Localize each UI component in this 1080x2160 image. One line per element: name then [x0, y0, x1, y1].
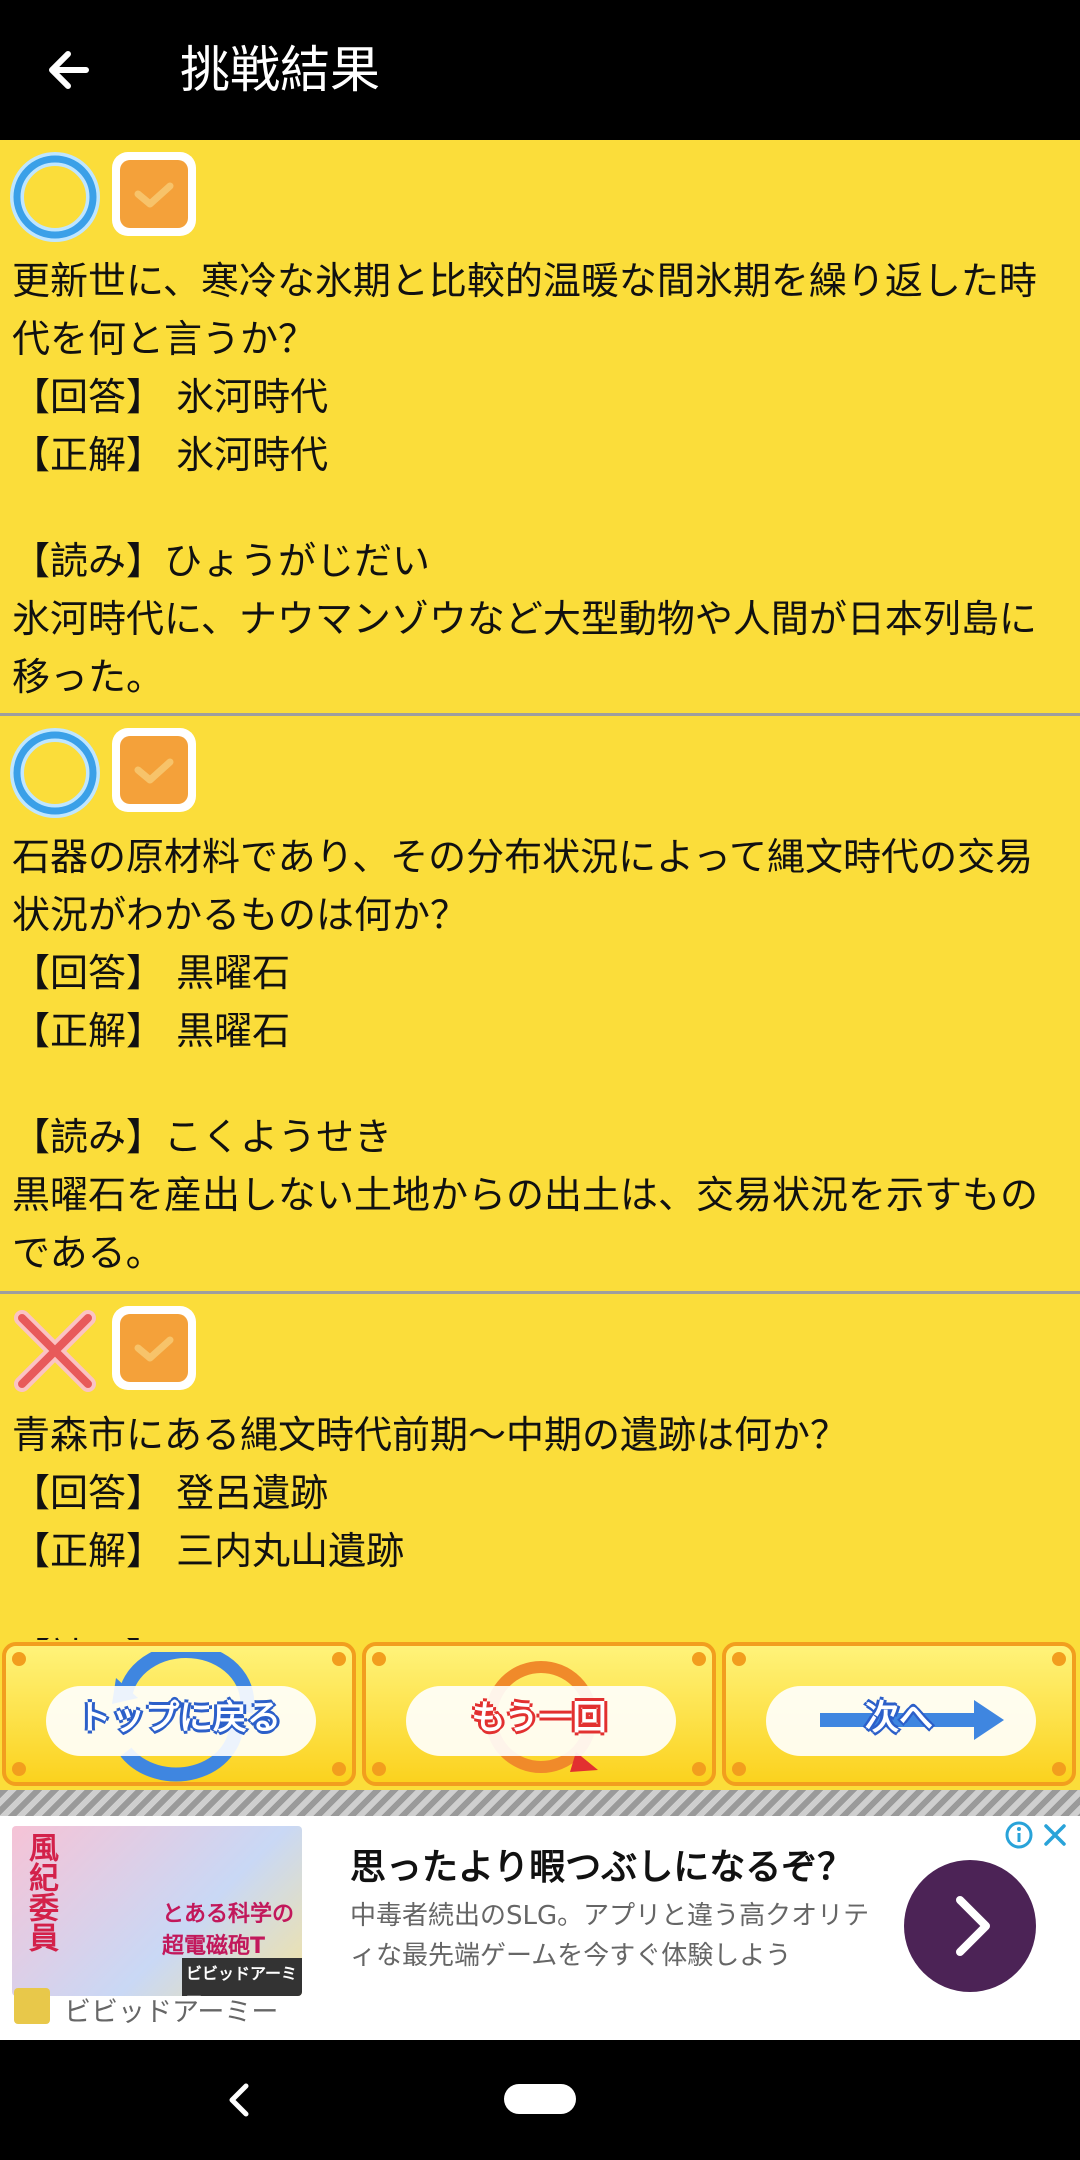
- back-to-top-label: トップに戻る: [77, 1698, 281, 1738]
- explanation: 氷河時代に、ナウマンゾウなど大型動物や人間が日本列島に移った。: [12, 597, 1037, 699]
- system-back-icon[interactable]: [224, 2080, 254, 2120]
- retry-button[interactable]: もう一回: [362, 1642, 716, 1786]
- reading: 【読み】ひょうがじだい: [12, 539, 431, 583]
- checkbox-fill: [120, 1314, 188, 1382]
- cross-wrong-icon: [14, 1310, 96, 1392]
- page-title: 挑戦結果: [180, 41, 380, 99]
- retry-label: もう一回: [471, 1698, 607, 1738]
- rivet: [332, 1762, 346, 1776]
- ad-title[interactable]: 思ったより暇つぶしになるぞ？: [350, 1838, 853, 1890]
- arrow-left-icon: [49, 51, 89, 89]
- rivet: [692, 1762, 706, 1776]
- ad-separator: [0, 1790, 1080, 1816]
- action-bar: トップに戻る もう一回 次へ: [0, 1640, 1080, 1790]
- next-label: 次へ: [865, 1698, 933, 1738]
- reading: 【読み】こくようせき: [12, 1115, 393, 1159]
- next-button[interactable]: 次へ: [722, 1642, 1076, 1786]
- correct-answer: 【正解】 氷河時代: [12, 433, 329, 477]
- rivet: [12, 1762, 26, 1776]
- system-home-pill[interactable]: [504, 2084, 576, 2114]
- user-answer: 【回答】 氷河時代: [12, 375, 329, 419]
- ad-close-icon[interactable]: [1040, 1820, 1070, 1850]
- circle-correct-icon: [10, 728, 100, 818]
- checkmark-icon: [134, 1336, 174, 1362]
- circle-correct-icon: [10, 152, 100, 242]
- review-checkbox[interactable]: [112, 1306, 196, 1390]
- checkmark-icon: [134, 182, 174, 208]
- ad-image-text: とある科学の超電磁砲T: [162, 1902, 295, 1959]
- ad-description: 中毒者続出のSLG。アプリと違う高クオリティな最先端ゲームを今すぐ体験しよう: [350, 1901, 870, 1971]
- app-bar: 挑戦結果: [0, 0, 1080, 140]
- rivet: [372, 1652, 386, 1666]
- ad-open-button[interactable]: [904, 1860, 1036, 1992]
- rivet: [732, 1652, 746, 1666]
- rivet: [332, 1652, 346, 1666]
- back-to-top-button[interactable]: トップに戻る: [2, 1642, 356, 1786]
- rivet: [372, 1762, 386, 1776]
- rivet: [1052, 1762, 1066, 1776]
- back-button[interactable]: [36, 36, 104, 104]
- ad-info-icon[interactable]: [1004, 1820, 1034, 1850]
- question-text: 青森市にある縄文時代前期〜中期の遺跡は何か？: [12, 1413, 849, 1457]
- rivet: [732, 1762, 746, 1776]
- chevron-right-icon: [956, 1896, 990, 1956]
- checkmark-icon: [134, 758, 174, 784]
- ad-brand: ビビッドアーミー: [64, 1997, 279, 2028]
- results-list[interactable]: 更新世に、寒冷な氷期と比較的温暖な間氷期を繰り返した時代を何と言うか？ 【回答】…: [0, 140, 1080, 1642]
- correct-answer: 【正解】 黒曜石: [12, 1009, 291, 1053]
- correct-answer: 【正解】 三内丸山遺跡: [12, 1529, 405, 1573]
- question-text: 石器の原材料であり、その分布状況によって縄文時代の交易状況がわかるものは何か？: [12, 835, 1034, 937]
- result-card: 更新世に、寒冷な氷期と比較的温暖な間氷期を繰り返した時代を何と言うか？ 【回答】…: [0, 140, 1080, 716]
- ad-brand-logo-icon: [14, 1988, 50, 2024]
- checkbox-fill: [120, 736, 188, 804]
- ad-image[interactable]: 風紀委員 とある科学の超電磁砲T ビビッドアーミー: [12, 1826, 302, 1996]
- checkbox-fill: [120, 160, 188, 228]
- user-answer: 【回答】 登呂遺跡: [12, 1471, 329, 1515]
- explanation: 黒曜石を産出しない土地からの出土は、交易状況を示すものである。: [12, 1173, 1039, 1275]
- ad-image-text: 風紀委員: [23, 1832, 58, 1952]
- rivet: [12, 1652, 26, 1666]
- review-checkbox[interactable]: [112, 152, 196, 236]
- review-checkbox[interactable]: [112, 728, 196, 812]
- ad-banner[interactable]: 風紀委員 とある科学の超電磁砲T ビビッドアーミー ビビッドアーミー 思ったより…: [0, 1816, 1080, 2040]
- system-nav-bar: [0, 2040, 1080, 2160]
- user-answer: 【回答】 黒曜石: [12, 951, 291, 995]
- result-card: 青森市にある縄文時代前期〜中期の遺跡は何か？ 【回答】 登呂遺跡 【正解】 三内…: [0, 1294, 1080, 1642]
- question-text: 更新世に、寒冷な氷期と比較的温暖な間氷期を繰り返した時代を何と言うか？: [12, 259, 1037, 361]
- result-card: 石器の原材料であり、その分布状況によって縄文時代の交易状況がわかるものは何か？ …: [0, 716, 1080, 1294]
- rivet: [1052, 1652, 1066, 1666]
- rivet: [692, 1652, 706, 1666]
